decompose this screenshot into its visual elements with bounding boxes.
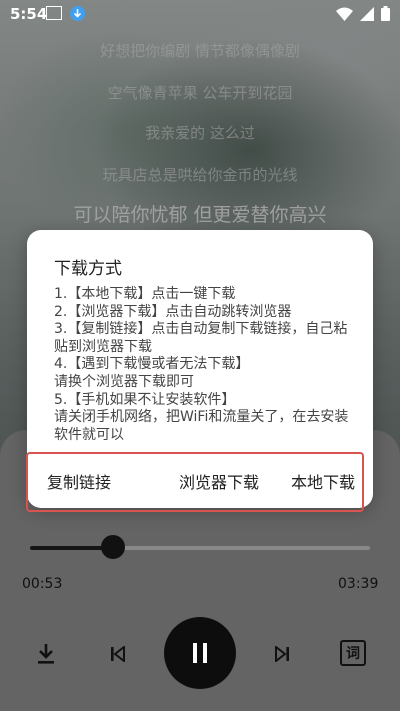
previous-button[interactable]: [104, 640, 132, 668]
dialog-message: 1.【本地下载】点击一键下载 2.【浏览器下载】点击自动跳转浏览器 3.【复制链…: [54, 286, 349, 443]
download-method-dialog: 下载方式 1.【本地下载】点击一键下载 2.【浏览器下载】点击自动跳转浏览器 3…: [26, 230, 373, 512]
status-bar: 5:54: [0, 0, 400, 28]
copy-link-button[interactable]: 复制链接: [47, 469, 111, 493]
local-download-button[interactable]: 本地下载: [291, 469, 355, 493]
dialog-title: 下载方式: [54, 259, 122, 279]
previous-icon: [111, 646, 125, 662]
wifi-icon: [336, 7, 353, 21]
download-button[interactable]: [32, 640, 60, 668]
pause-button[interactable]: [164, 617, 236, 689]
lyrics-icon: 词: [346, 646, 360, 662]
battery-icon: [381, 6, 390, 21]
download-icon: [38, 644, 54, 664]
elapsed-time: 00:53: [22, 576, 63, 592]
next-icon: [275, 646, 289, 662]
dialog-action-bar: 复制链接 浏览器下载 本地下载: [26, 452, 364, 512]
total-time: 03:39: [338, 576, 379, 592]
status-time: 5:54: [10, 5, 48, 23]
pause-icon: [193, 643, 207, 663]
gallery-icon: [46, 6, 62, 20]
browser-download-button[interactable]: 浏览器下载: [179, 469, 259, 493]
signal-icon: [360, 6, 374, 21]
lyrics-button[interactable]: 词: [340, 640, 366, 666]
download-notification-icon: [70, 6, 85, 21]
next-button[interactable]: [268, 640, 296, 668]
